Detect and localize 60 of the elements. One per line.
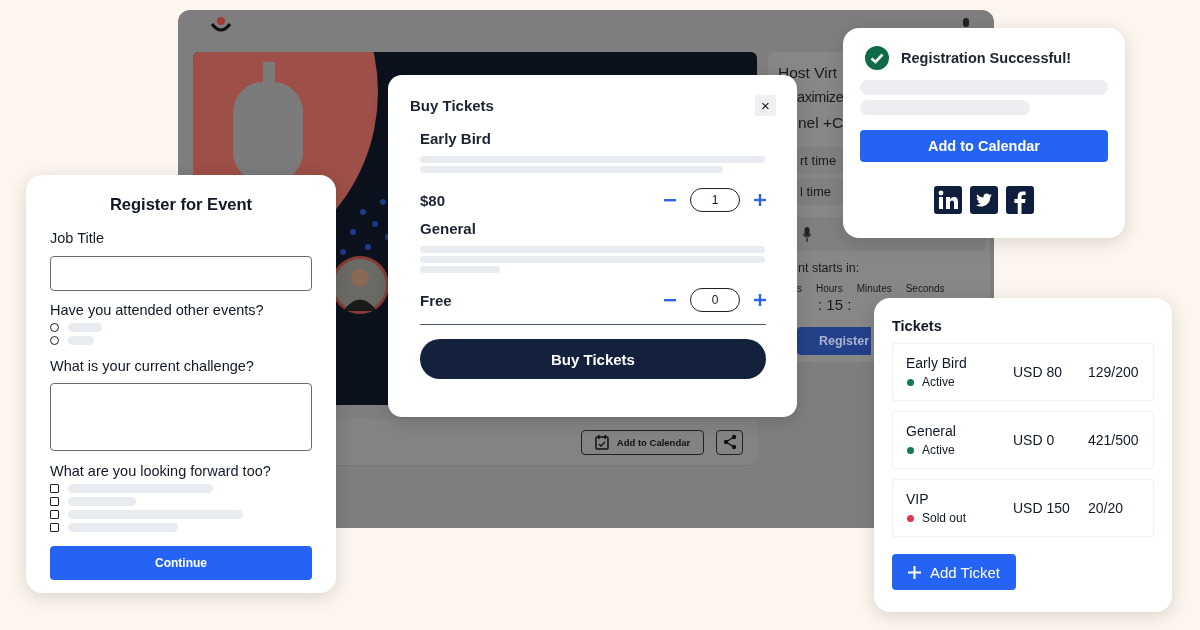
logo-icon <box>210 16 232 34</box>
countdown-unit: Minutes <box>856 283 892 294</box>
share-icon <box>721 434 738 450</box>
ticket-row[interactable]: Early Bird Active USD 80 129/200 <box>892 343 1154 401</box>
question-label: Job Title <box>50 230 105 246</box>
ticket-name: General <box>420 220 477 237</box>
ticket-name: Early Bird <box>906 355 968 371</box>
tickets-sold: 129/200 <box>1088 364 1139 380</box>
continue-button[interactable]: Continue <box>50 546 312 580</box>
ticket-price: USD 0 <box>1013 432 1056 448</box>
close-button[interactable]: × <box>755 95 776 116</box>
tickets-sold: 421/500 <box>1088 432 1139 448</box>
ticket-status: Active <box>922 375 955 389</box>
ticket-name: Early Bird <box>420 130 492 147</box>
checkbox[interactable] <box>50 523 59 532</box>
countdown-value: : 15 : <box>817 295 853 313</box>
checkbox[interactable] <box>50 510 59 519</box>
plus-icon <box>907 565 921 579</box>
event-title: aximize <box>797 88 844 107</box>
ticket-row[interactable]: General Active USD 0 421/500 <box>892 411 1154 469</box>
countdown-unit: Hours <box>816 283 843 294</box>
add-to-calendar-button[interactable]: Add to Calendar <box>581 429 704 455</box>
ticket-price: $80 <box>420 191 447 209</box>
plus-icon[interactable] <box>754 194 766 206</box>
plus-icon[interactable] <box>754 294 766 306</box>
ticket-status: Active <box>922 443 955 457</box>
add-ticket-button[interactable]: Add Ticket <box>892 554 1016 590</box>
facebook-icon[interactable] <box>1006 186 1034 214</box>
input-field[interactable] <box>50 256 312 291</box>
add-to-calendar-button[interactable]: Add to Calendar <box>860 130 1108 162</box>
question-label: What are you looking forward too? <box>50 463 272 479</box>
ticket-price: Free <box>420 291 453 309</box>
panel-title: Tickets <box>892 318 943 334</box>
share-button[interactable] <box>716 429 743 455</box>
ticket-price: USD 150 <box>1013 500 1071 516</box>
checkbox[interactable] <box>50 484 59 493</box>
event-title: nel +C <box>798 113 844 133</box>
ticket-row[interactable]: VIP Sold out USD 150 20/20 <box>892 479 1154 537</box>
calendar-icon <box>594 434 609 450</box>
question-label: What is your current challenge? <box>50 358 255 374</box>
confirmation-title: Registration Successful! <box>901 50 1071 66</box>
register-button[interactable]: Register <box>797 327 871 355</box>
ticket-price: USD 80 <box>1013 364 1064 380</box>
twitter-icon[interactable] <box>970 186 998 214</box>
countdown-label: nt starts in: <box>797 260 861 275</box>
ticket-name: VIP <box>906 491 930 507</box>
question-label: Have you attended other events? <box>50 302 265 318</box>
checkbox[interactable] <box>50 497 59 506</box>
text-area[interactable] <box>50 383 312 451</box>
check-icon <box>865 46 889 70</box>
buy-tickets-button[interactable]: Buy Tickets <box>420 339 766 379</box>
countdown-unit: s <box>797 283 802 294</box>
form-title: Register for Event <box>109 195 253 214</box>
dialog-title: Buy Tickets <box>410 97 494 114</box>
countdown-unit: Seconds <box>905 283 945 294</box>
microphone-icon <box>802 226 812 242</box>
tickets-sold: 20/20 <box>1088 500 1124 516</box>
linkedin-icon[interactable] <box>934 186 962 214</box>
ticket-status: Sold out <box>922 511 967 525</box>
ticket-name: General <box>906 423 957 439</box>
